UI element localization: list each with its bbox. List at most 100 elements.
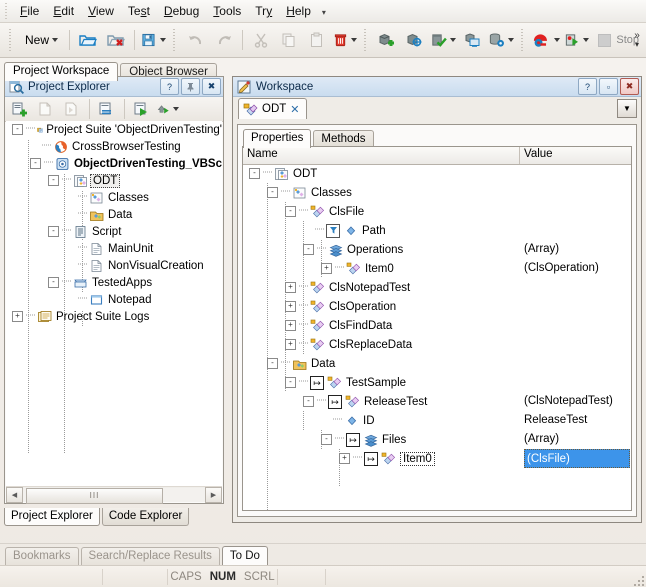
save-button[interactable] [140, 27, 167, 53]
tab-project-workspace[interactable]: Project Workspace [4, 62, 118, 81]
properties-grid[interactable]: Name Value -ODT-Classes-ClsFilePath-Oper… [242, 146, 632, 511]
grid-row[interactable]: +ClsOperation [243, 297, 631, 316]
delete-dropdown-chevron-down-icon[interactable] [351, 38, 357, 42]
checkpoint-button[interactable] [429, 27, 457, 53]
expand-toggle[interactable]: + [12, 311, 23, 322]
collapse-toggle[interactable]: - [303, 244, 314, 255]
tree-item-notepad[interactable]: Notepad [6, 291, 222, 308]
tree-item-objectdriventesting-vbsc[interactable]: -ObjectDrivenTesting_VBSc [6, 155, 222, 172]
project-explorer-close-button[interactable]: ✖ [202, 78, 221, 95]
toolbar-grip-1[interactable] [8, 29, 14, 51]
grid-row[interactable]: -↦Files(Array) [243, 430, 631, 449]
toolbar-grip-2[interactable] [172, 29, 178, 51]
database-settings-button[interactable] [487, 27, 515, 53]
record-button[interactable] [531, 27, 561, 53]
grid-row[interactable]: +Item0(ClsOperation) [243, 259, 631, 278]
expand-toggle[interactable]: + [285, 339, 296, 350]
add-test-button[interactable] [373, 27, 399, 53]
tab-to-do[interactable]: To Do [222, 546, 268, 566]
undo-button[interactable] [183, 27, 209, 53]
project-explorer-pin-button[interactable] [181, 78, 200, 95]
open-project-button[interactable] [75, 27, 101, 53]
checkpoint-dropdown-chevron-down-icon[interactable] [450, 38, 456, 42]
tab-search-replace-results[interactable]: Search/Replace Results [81, 547, 220, 566]
run-test-button[interactable] [563, 27, 591, 53]
tree-item-classes[interactable]: Classes [6, 189, 222, 206]
expand-toggle[interactable]: + [321, 263, 332, 274]
project-explorer-hscrollbar[interactable]: ◀ III ▶ [6, 486, 222, 502]
grid-row[interactable]: -↦TestSample [243, 373, 631, 392]
grid-row-value[interactable]: (ClsFile) [524, 449, 630, 468]
collapse-toggle[interactable]: - [48, 175, 59, 186]
new-item-button[interactable] [34, 98, 58, 120]
tree-item-project-suite-logs[interactable]: +Project Suite Logs [6, 308, 222, 325]
redo-button[interactable] [211, 27, 237, 53]
display-object-button[interactable] [459, 27, 485, 53]
hscroll-track[interactable]: III [23, 488, 205, 502]
add-object-button[interactable] [401, 27, 427, 53]
run-item-button[interactable] [130, 98, 154, 120]
menu-grip[interactable] [4, 3, 9, 19]
expand-toggle[interactable]: + [285, 301, 296, 312]
database-dropdown-chevron-down-icon[interactable] [508, 38, 514, 42]
run-project-button[interactable] [156, 98, 180, 120]
grid-row[interactable]: +↦Item0(ClsFile) [243, 449, 631, 468]
collapse-toggle[interactable]: - [285, 377, 296, 388]
menu-help[interactable]: Help [279, 2, 318, 20]
grid-row[interactable]: -ClsFile [243, 202, 631, 221]
grid-row[interactable]: Path [243, 221, 631, 240]
new-dropdown-chevron-down-icon[interactable] [52, 38, 58, 42]
toolbar-grip-3[interactable] [363, 29, 369, 51]
menu-file[interactable]: File [13, 2, 46, 20]
run-project-chevron-down-icon[interactable] [173, 107, 179, 111]
tree-item-testedapps[interactable]: -TestedApps [6, 274, 222, 291]
grid-row[interactable]: +ClsFindData [243, 316, 631, 335]
grid-row[interactable]: -ODT [243, 164, 631, 183]
collapse-toggle[interactable]: - [48, 226, 59, 237]
grid-row-value[interactable]: (ClsNotepadTest) [524, 392, 613, 411]
tab-code-explorer[interactable]: Code Explorer [102, 508, 190, 526]
tree-item-nonvisualcreation[interactable]: NonVisualCreation [6, 257, 222, 274]
grid-row-value[interactable]: (ClsOperation) [524, 259, 599, 278]
grid-row[interactable]: -↦ReleaseTest(ClsNotepadTest) [243, 392, 631, 411]
new-button[interactable]: New [19, 27, 65, 53]
menu-edit[interactable]: Edit [46, 2, 81, 20]
tree-item-project-suite-objectdriventesting[interactable]: -Project Suite 'ObjectDrivenTesting' [6, 121, 222, 138]
document-tab-close-icon[interactable]: ✕ [290, 103, 299, 116]
tab-bookmarks[interactable]: Bookmarks [5, 547, 79, 566]
hscroll-right-arrow[interactable]: ▶ [205, 487, 222, 503]
hscroll-thumb[interactable]: III [26, 488, 163, 504]
close-project-button[interactable] [103, 27, 129, 53]
grid-row[interactable]: +ClsNotepadTest [243, 278, 631, 297]
paste-button[interactable] [304, 27, 330, 53]
tree-item-data[interactable]: Data [6, 206, 222, 223]
expand-toggle[interactable]: + [285, 320, 296, 331]
menu-overflow-chevron-down-icon[interactable]: ▾ [322, 8, 326, 22]
grid-row[interactable]: IDReleaseTest [243, 411, 631, 430]
collapse-toggle[interactable]: - [267, 187, 278, 198]
save-dropdown-chevron-down-icon[interactable] [160, 38, 166, 42]
grid-row-value[interactable]: ReleaseTest [524, 411, 587, 430]
expand-toggle[interactable]: + [285, 282, 296, 293]
collapse-toggle[interactable]: - [48, 277, 59, 288]
column-header-name[interactable]: Name [243, 147, 520, 164]
collapse-toggle[interactable]: - [249, 168, 260, 179]
grid-row[interactable]: -Classes [243, 183, 631, 202]
delete-button[interactable] [332, 27, 358, 53]
toolbar-overflow-button[interactable]: » ▾ [630, 26, 644, 54]
resize-grip[interactable] [632, 574, 644, 586]
collapse-toggle[interactable]: - [30, 158, 41, 169]
cut-button[interactable] [248, 27, 274, 53]
workspace-maximize-button[interactable]: ▫ [599, 78, 618, 95]
toolbar-grip-4[interactable] [520, 29, 526, 51]
new-project-button[interactable] [8, 98, 32, 120]
tree-item-script[interactable]: -Script [6, 223, 222, 240]
tab-properties[interactable]: Properties [243, 129, 311, 148]
workspace-help-button[interactable]: ? [578, 78, 597, 95]
collapse-toggle[interactable]: - [12, 124, 23, 135]
document-tab-odt[interactable]: ODT ✕ [238, 98, 307, 119]
project-explorer-tree[interactable]: -Project Suite 'ObjectDrivenTesting'Cros… [6, 121, 222, 486]
column-header-value[interactable]: Value [520, 147, 557, 164]
menu-test[interactable]: Test [121, 2, 157, 20]
menu-debug[interactable]: Debug [157, 2, 206, 20]
